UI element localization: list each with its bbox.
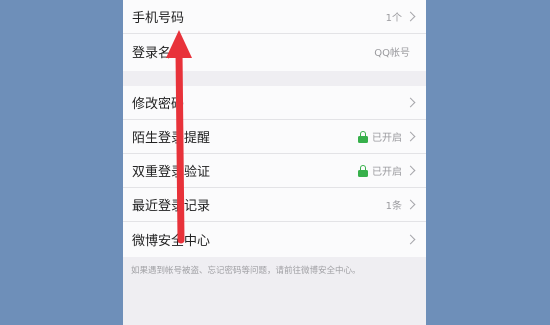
lock-icon [358, 164, 368, 177]
unfamiliar-login-alert-label: 陌生登录提醒 [132, 131, 211, 146]
phone-number-label: 手机号码 [132, 11, 185, 26]
login-name-value: QQ帐号 [374, 47, 410, 59]
chevron-right-icon [405, 165, 416, 176]
weibo-security-center-row[interactable]: 微博安全中心 [123, 222, 426, 256]
phone-number-value: 1个 [385, 13, 402, 24]
recent-logins-row[interactable]: 最近登录记录 1条 [123, 188, 426, 222]
recent-logins-count: 1条 [385, 201, 402, 212]
recent-logins-label: 最近登录记录 [132, 199, 211, 214]
chevron-right-icon [405, 97, 416, 108]
login-name-row[interactable]: 登录名 QQ帐号 [123, 34, 426, 68]
chevron-right-icon [405, 199, 416, 210]
two-step-verification-status: 已开启 [372, 167, 402, 178]
change-password-row[interactable]: 修改密码 [123, 86, 426, 120]
weibo-security-center-label: 微博安全中心 [132, 233, 211, 249]
unfamiliar-login-alert-status: 已开启 [372, 133, 402, 144]
chevron-right-icon [405, 11, 416, 22]
login-name-label: 登录名 [132, 45, 172, 61]
footer-note: 如果遇到帐号被盗、忘记密码等问题，请前往微博安全中心。 [131, 266, 361, 276]
two-step-verification-label: 双重登录验证 [132, 165, 211, 180]
chevron-right-icon [405, 234, 416, 244]
phone-number-row[interactable]: 手机号码 1个 [123, 0, 426, 34]
two-step-verification-row[interactable]: 双重登录验证 已开启 [123, 154, 426, 188]
security-group: 修改密码 陌生登录提醒 已开启 双重登录验证 已开启 最近登录记录 1条 微博安… [123, 86, 426, 257]
chevron-right-icon [405, 131, 416, 142]
settings-screen: 手机号码 1个 登录名 QQ帐号 修改密码 陌生登录提醒 已开启 双重登录验证 … [123, 0, 426, 325]
change-password-label: 修改密码 [132, 97, 185, 112]
unfamiliar-login-alert-row[interactable]: 陌生登录提醒 已开启 [123, 120, 426, 154]
account-group: 手机号码 1个 登录名 QQ帐号 [123, 0, 426, 71]
lock-icon [358, 130, 368, 143]
